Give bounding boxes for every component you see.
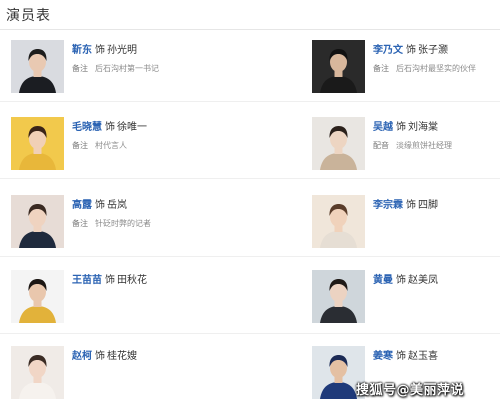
role-name: 田秋花	[117, 275, 147, 286]
as-label: 饰	[95, 351, 105, 362]
cast-card[interactable]: 靳东饰孙光明备注 后石沟村第一书记	[11, 40, 251, 100]
actor-photo[interactable]	[312, 195, 365, 248]
as-label: 饰	[396, 122, 406, 133]
cast-name-line: 高露饰岳岚	[72, 196, 127, 211]
role-name: 岳岚	[107, 200, 127, 211]
actor-name[interactable]: 姜寒	[373, 351, 393, 362]
note-label: 备注	[72, 141, 88, 150]
portrait-image	[11, 346, 64, 399]
cast-card[interactable]: 王苗苗饰田秋花	[11, 270, 251, 330]
role-name: 赵美凤	[408, 275, 438, 286]
role-name: 桂花嫂	[107, 351, 137, 362]
portrait-image	[312, 117, 365, 170]
cast-name-line: 王苗苗饰田秋花	[72, 271, 147, 286]
actor-photo[interactable]	[11, 195, 64, 248]
actor-name[interactable]: 吴越	[373, 122, 393, 133]
as-label: 饰	[396, 275, 406, 286]
actor-name[interactable]: 高露	[72, 200, 92, 211]
note-text: 后石沟村最坚实的伙伴	[396, 64, 476, 73]
portrait-image	[312, 195, 365, 248]
watermark: 搜狐号@美丽萍说	[356, 383, 465, 398]
note-label: 备注	[72, 219, 88, 228]
actor-name[interactable]: 赵柯	[72, 351, 92, 362]
role-name: 赵玉喜	[408, 351, 438, 362]
portrait-image	[312, 40, 365, 93]
as-label: 饰	[105, 122, 115, 133]
portrait-image	[312, 270, 365, 323]
actor-name[interactable]: 王苗苗	[72, 275, 102, 286]
cast-card[interactable]: 吴越饰刘海棠配音 淡缘煎饼社经理	[312, 117, 500, 177]
cast-name-line: 靳东饰孙光明	[72, 41, 137, 56]
as-label: 饰	[406, 45, 416, 56]
cast-name-line: 李宗霖饰四脚	[373, 196, 438, 211]
as-label: 饰	[95, 200, 105, 211]
as-label: 饰	[396, 351, 406, 362]
as-label: 饰	[95, 45, 105, 56]
note-label: 配音	[373, 141, 389, 150]
role-name: 孙光明	[107, 45, 137, 56]
portrait-image	[11, 40, 64, 93]
cast-name-line: 姜寒饰赵玉喜	[373, 347, 438, 362]
actor-name[interactable]: 黄曼	[373, 275, 393, 286]
row-divider	[0, 333, 500, 334]
page-title: 演员表	[6, 8, 51, 24]
cast-name-line: 黄曼饰赵美凤	[373, 271, 438, 286]
actor-photo[interactable]	[312, 117, 365, 170]
cast-note: 备注 村代言人	[72, 140, 127, 151]
actor-photo[interactable]	[312, 270, 365, 323]
role-name: 张子灏	[418, 45, 448, 56]
actor-photo[interactable]	[11, 117, 64, 170]
as-label: 饰	[406, 200, 416, 211]
cast-note: 备注 针砭时弊的记者	[72, 218, 151, 229]
cast-note: 配音 淡缘煎饼社经理	[373, 140, 452, 151]
note-label: 备注	[72, 64, 88, 73]
cast-name-line: 李乃文饰张子灏	[373, 41, 448, 56]
role-name: 刘海棠	[408, 122, 438, 133]
cast-note: 备注 后石沟村第一书记	[72, 63, 159, 74]
cast-card[interactable]: 李乃文饰张子灏备注 后石沟村最坚实的伙伴	[312, 40, 500, 100]
as-label: 饰	[105, 275, 115, 286]
actor-photo[interactable]	[11, 40, 64, 93]
title-divider	[0, 29, 500, 30]
row-divider	[0, 101, 500, 102]
cast-card[interactable]: 李宗霖饰四脚	[312, 195, 500, 255]
portrait-image	[11, 270, 64, 323]
actor-photo[interactable]	[312, 40, 365, 93]
cast-card[interactable]: 高露饰岳岚备注 针砭时弊的记者	[11, 195, 251, 255]
note-text: 后石沟村第一书记	[95, 64, 159, 73]
cast-name-line: 毛晓慧饰徐唯一	[72, 118, 147, 133]
cast-name-line: 吴越饰刘海棠	[373, 118, 438, 133]
role-name: 四脚	[418, 200, 438, 211]
row-divider	[0, 178, 500, 179]
cast-card[interactable]: 毛晓慧饰徐唯一备注 村代言人	[11, 117, 251, 177]
row-divider	[0, 256, 500, 257]
note-text: 村代言人	[95, 141, 127, 150]
cast-card[interactable]: 黄曼饰赵美凤	[312, 270, 500, 330]
portrait-image	[11, 117, 64, 170]
portrait-image	[11, 195, 64, 248]
note-text: 淡缘煎饼社经理	[396, 141, 452, 150]
note-text: 针砭时弊的记者	[95, 219, 151, 228]
actor-name[interactable]: 毛晓慧	[72, 122, 102, 133]
actor-photo[interactable]	[11, 346, 64, 399]
actor-name[interactable]: 李宗霖	[373, 200, 403, 211]
role-name: 徐唯一	[117, 122, 147, 133]
cast-note: 备注 后石沟村最坚实的伙伴	[373, 63, 476, 74]
note-label: 备注	[373, 64, 389, 73]
actor-photo[interactable]	[11, 270, 64, 323]
actor-name[interactable]: 靳东	[72, 45, 92, 56]
actor-name[interactable]: 李乃文	[373, 45, 403, 56]
cast-name-line: 赵柯饰桂花嫂	[72, 347, 137, 362]
cast-card[interactable]: 赵柯饰桂花嫂	[11, 346, 251, 406]
